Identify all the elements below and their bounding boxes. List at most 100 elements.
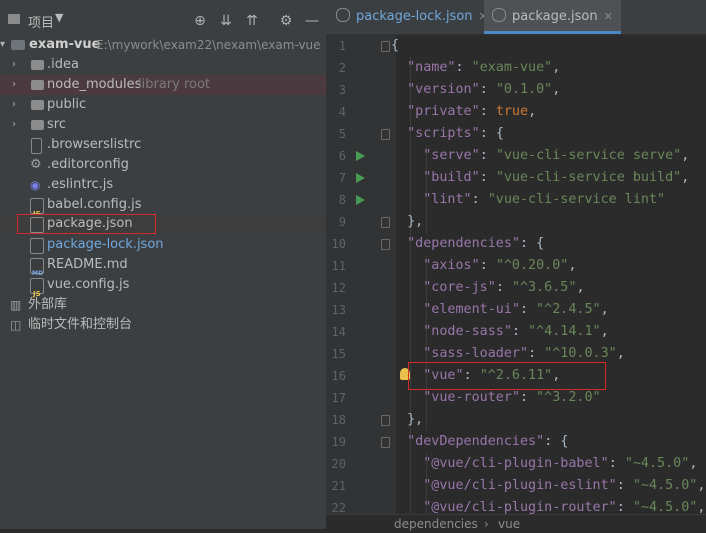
item-label: README.md [47,257,128,272]
line-number: 16 [331,369,346,383]
fold-marker-icon[interactable] [381,217,390,228]
code-line: "vue-router": "^3.2.0" [423,390,601,405]
code-line: "devDependencies": { [407,434,569,449]
line-number: 12 [331,281,346,295]
item-label: .editorconfig [47,157,129,172]
item-label: babel.config.js [47,197,142,212]
eslint-icon: ◉ [30,178,41,192]
highlight-box [17,214,156,234]
line-number: 4 [338,105,346,119]
tree-root[interactable]: ▾ exam-vue E:\mywork\exam22\nexam\exam-v… [0,35,326,55]
expand-all-icon[interactable]: ⇊ [216,11,236,31]
fold-marker-icon[interactable] [381,415,390,426]
json-file-icon [336,8,350,22]
tree-item-readme[interactable]: README.md [0,255,326,284]
line-number: 21 [331,479,346,493]
tree-item-package-lock-json[interactable]: package-lock.json [0,235,326,255]
line-number: 6 [338,149,346,163]
folder-icon [31,60,44,70]
code-line: "lint": "vue-cli-service lint" [423,192,666,207]
code-line: "version": "0.1.0", [407,82,561,97]
collapse-all-icon[interactable]: ⇈ [242,11,262,31]
code-line: "@vue/cli-plugin-eslint": "~4.5.0", [423,478,706,493]
close-icon[interactable]: ✕ [604,10,613,23]
fold-marker-icon[interactable] [381,437,390,448]
settings-icon[interactable]: ⚙ [276,11,296,31]
item-label: public [47,97,87,112]
tree-item-src[interactable]: › src [0,115,326,135]
line-number: 17 [331,391,346,405]
tree-item-public[interactable]: › public [0,95,326,115]
chevron-right-icon[interactable]: › [12,75,16,95]
root-name: exam-vue [29,37,101,52]
gear-icon: ⚙ [30,157,42,172]
folder-icon [31,100,44,110]
chevron-right-icon[interactable]: › [12,115,16,135]
text-file-icon [31,138,42,154]
fold-marker-icon[interactable] [381,41,390,52]
chevron-down-icon[interactable]: ▾ [0,35,5,55]
code-line: "core-js": "^3.6.5", [423,280,585,295]
folder-icon [31,80,44,90]
code-line: "private": true, [407,104,537,119]
tree-item-browserslistrc[interactable]: .browserslistrc [0,135,326,155]
code-line: "build": "vue-cli-service build", [423,170,690,185]
tab-label: package-lock.json [356,9,473,24]
line-number: 15 [331,347,346,361]
project-icon [8,14,20,24]
project-title[interactable]: 项目 [28,12,54,31]
line-number: 2 [338,61,346,75]
run-icon[interactable] [356,173,365,183]
line-number: 10 [331,237,346,251]
tree-item-external-libraries[interactable]: ▥ 外部库 [0,295,326,315]
fold-marker-icon[interactable] [381,129,390,140]
item-label: package-lock.json [47,237,164,252]
code-line: "scripts": { [407,126,504,141]
scratches-icon: ◫ [10,318,22,332]
breadcrumb-item[interactable]: vue [498,515,520,533]
chevron-right-icon[interactable]: › [12,55,16,75]
tree-item-scratches[interactable]: ◫ 临时文件和控制台 [0,315,326,335]
run-icon[interactable] [356,195,365,205]
markdown-file-icon [30,258,44,284]
tab-package-json[interactable]: package.json ✕ [484,0,621,34]
tree-item-babel-config[interactable]: babel.config.js [0,195,326,224]
tree-item-editorconfig[interactable]: ⚙ .editorconfig [0,155,326,175]
tab-package-lock-json[interactable]: package-lock.json✕ [336,0,488,34]
line-number: 8 [338,193,346,207]
json-file-icon [492,8,506,22]
line-number: 3 [338,83,346,97]
code-line: { [391,38,400,53]
library-root-note: library root [138,77,211,92]
editor-tabs: package-lock.json✕ package.json ✕ [326,0,706,35]
project-header: 项目 ▼ ⊕ ⇊ ⇈ ⚙ — [0,0,326,40]
item-label: vue.config.js [47,277,130,292]
tree-item-eslintrc[interactable]: ◉ .eslintrc.js [0,175,326,195]
line-number: 5 [338,127,346,141]
root-path: E:\mywork\exam22\nexam\exam-vue [96,38,321,52]
line-number: 7 [338,171,346,185]
run-icon[interactable] [356,151,365,161]
item-label: src [47,117,66,132]
breadcrumb-item[interactable]: dependencies [394,515,478,533]
chevron-right-icon[interactable]: › [12,95,16,115]
locate-icon[interactable]: ⊕ [190,11,210,31]
json-file-icon [30,238,44,254]
hide-icon[interactable]: — [302,11,322,31]
tree-item-node-modules[interactable]: › node_modules library root [0,75,326,95]
project-panel: 项目 ▼ ⊕ ⇊ ⇈ ⚙ — ▾ exam-vue E:\mywork\exam… [0,0,326,529]
tree-item-vue-config[interactable]: vue.config.js [0,275,326,304]
line-number: 14 [331,325,346,339]
code-line: "name": "exam-vue", [407,60,561,75]
line-number: 13 [331,303,346,317]
code-area[interactable]: { "name": "exam-vue", "version": "0.1.0"… [391,34,706,519]
chevron-down-icon[interactable]: ▼ [55,11,63,24]
code-line: "@vue/cli-plugin-babel": "~4.5.0", [423,456,698,471]
item-label: node_modules [47,77,142,92]
code-line: }, [407,412,424,427]
tree-item-idea[interactable]: › .idea [0,55,326,75]
fold-marker-icon[interactable] [381,239,390,250]
js-file-icon [30,278,44,304]
library-icon: ▥ [10,298,22,312]
breadcrumb-separator: › [484,517,489,531]
